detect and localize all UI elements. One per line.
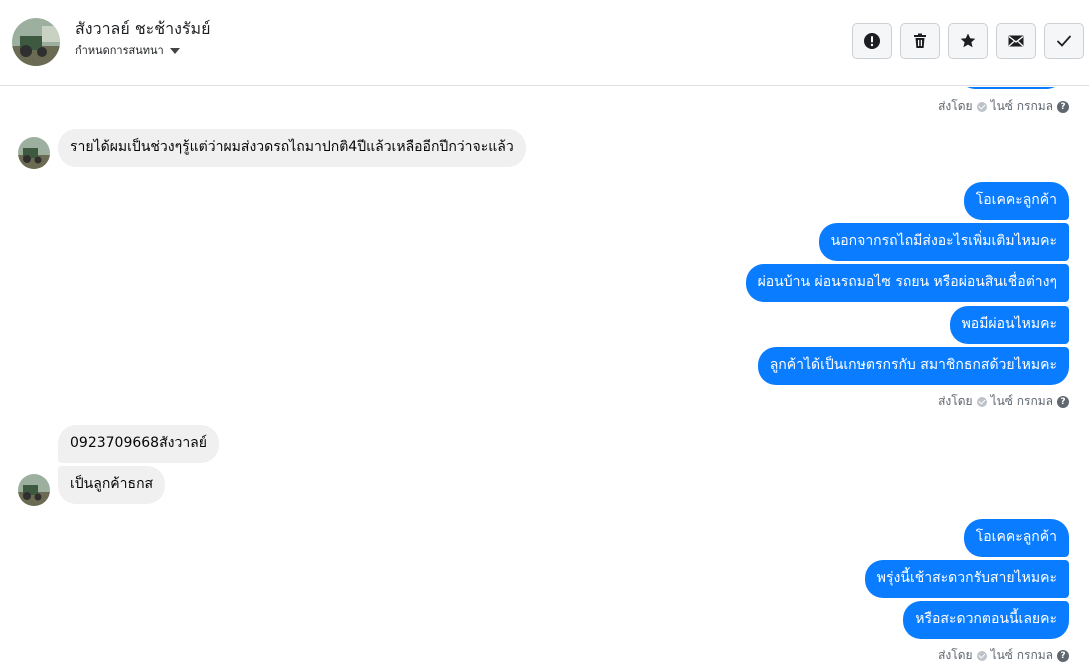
help-icon[interactable]: ? (1057, 395, 1069, 408)
message-bubble-outgoing[interactable]: หรือสะดวกตอนนี้เลยคะ (903, 601, 1069, 639)
sent-by-name: ไนซ์ กรกมล (990, 99, 1053, 113)
message-bubble-outgoing[interactable]: โอเคคะลูกค้า (963, 182, 1069, 220)
avatar[interactable] (18, 137, 50, 169)
avatar[interactable] (12, 18, 60, 66)
message-bubble-outgoing[interactable]: ลูกค้าได้เป็นเกษตรกรกับ สมาชิกธกสด้วยไหม… (757, 347, 1069, 385)
delivered-check-icon (976, 396, 987, 407)
delivered-check-icon (976, 101, 987, 112)
alert-icon (864, 33, 880, 49)
header-actions (852, 23, 1084, 59)
message-bubble-incoming[interactable]: 0923709668สังวาลย์ (58, 425, 219, 463)
message-bubble-outgoing[interactable] (959, 87, 1063, 89)
message-bubble-outgoing[interactable]: โอเคคะลูกค้า (963, 519, 1069, 557)
sent-by-name: ไนซ์ กรกมล (990, 394, 1053, 408)
caret-down-icon (169, 48, 180, 54)
trash-icon (914, 33, 926, 48)
sent-by-prefix: ส่งโดย (938, 394, 973, 408)
help-icon[interactable]: ? (1057, 649, 1069, 662)
sent-by-indicator: ส่งโดย ไนซ์ กรกมล ? (938, 392, 1069, 411)
sent-by-indicator: ส่งโดย ไนซ์ กรกมล ? (938, 646, 1069, 664)
sent-by-indicator: ส่งโดย ไนซ์ กรกมล ? (938, 97, 1069, 116)
avatar[interactable] (18, 474, 50, 506)
envelope-icon (1008, 35, 1024, 47)
contact-name[interactable]: สังวาลย์ ชะช้างรัมย์ (75, 17, 210, 42)
star-button[interactable] (948, 23, 988, 59)
conversation-settings-dropdown[interactable]: กำหนดการสนทนา (75, 41, 180, 59)
message-bubble-outgoing[interactable]: พรุ่งนี้เช้าสะดวกรับสายไหมคะ (864, 560, 1069, 598)
sent-by-prefix: ส่งโดย (938, 99, 973, 113)
sent-by-prefix: ส่งโดย (938, 648, 973, 662)
message-bubble-incoming[interactable]: เป็นลูกค้าธกส (58, 466, 166, 504)
conversation-header: สังวาลย์ ชะช้างรัมย์ กำหนดการสนทนา (0, 0, 1089, 86)
message-thread[interactable]: ส่งโดย ไนซ์ กรกมล ? รายได้ผมเป็นช่วงๆรู้… (0, 87, 1089, 664)
mark-spam-button[interactable] (852, 23, 892, 59)
delete-button[interactable] (900, 23, 940, 59)
mark-unread-button[interactable] (996, 23, 1036, 59)
conversation-settings-label: กำหนดการสนทนา (75, 44, 164, 57)
delivered-check-icon (976, 650, 987, 661)
mark-done-button[interactable] (1044, 23, 1084, 59)
help-icon[interactable]: ? (1057, 100, 1069, 113)
message-bubble-outgoing[interactable]: นอกจากรถไถมีส่งอะไรเพิ่มเติมไหมคะ (818, 223, 1069, 261)
sent-by-name: ไนซ์ กรกมล (990, 648, 1053, 662)
message-bubble-outgoing[interactable]: พอมีผ่อนไหมคะ (949, 306, 1069, 344)
star-icon (960, 33, 976, 48)
message-bubble-outgoing[interactable]: ผ่อนบ้าน ผ่อนรถมอไซ รถยน หรือผ่อนสินเชื่… (745, 264, 1069, 302)
message-bubble-incoming[interactable]: รายได้ผมเป็นช่วงๆรู้แต่ว่าผมส่งวดรถไถมาป… (58, 129, 526, 167)
check-icon (1057, 35, 1071, 47)
